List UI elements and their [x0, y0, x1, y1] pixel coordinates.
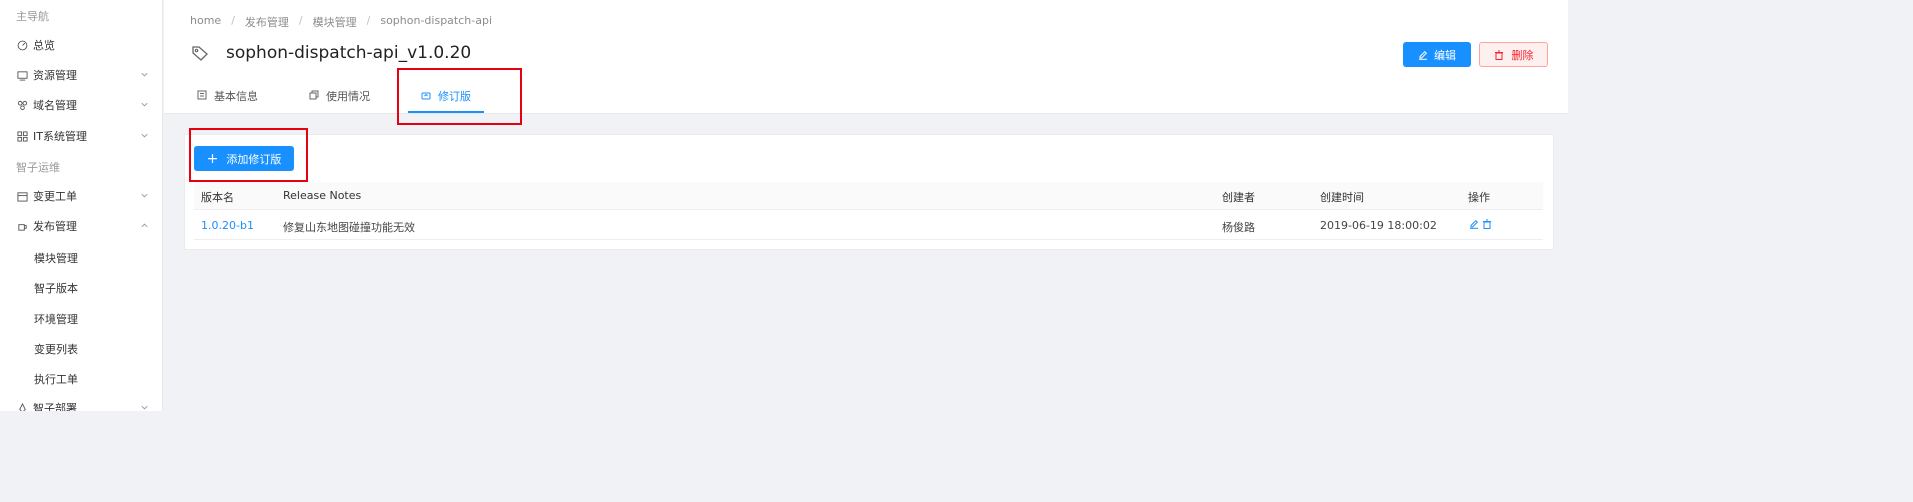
delete-button[interactable]: 删除 [1479, 42, 1548, 67]
page-header: home / 发布管理 / 模块管理 / sophon-dispatch-api… [164, 0, 1568, 114]
sidebar-item-resources[interactable]: 资源管理 [0, 63, 162, 87]
col-header-creator: 创建者 [1222, 191, 1255, 204]
col-header-actions: 操作 [1468, 191, 1490, 204]
breadcrumb-home[interactable]: home [190, 14, 221, 30]
edit-button-label: 编辑 [1434, 48, 1456, 62]
edit-icon [1419, 50, 1428, 60]
breadcrumb-modules[interactable]: 模块管理 [313, 14, 357, 30]
monitor-icon [16, 69, 28, 81]
edit-button[interactable]: 编辑 [1403, 42, 1471, 67]
trash-icon [1494, 50, 1503, 60]
trash-icon[interactable] [1482, 219, 1492, 229]
chevron-up-icon [141, 223, 148, 228]
chevron-down-icon [141, 102, 148, 107]
sidebar-item-domains[interactable]: 域名管理 [0, 93, 162, 117]
sidebar-subitem-modules[interactable]: 模块管理 [34, 250, 78, 266]
dashboard-icon [16, 39, 28, 51]
creator-cell: 杨俊路 [1222, 221, 1255, 234]
sidebar-item-overview[interactable]: 总览 [0, 33, 162, 57]
nav-group-main: 主导航 [16, 10, 49, 23]
copy-icon [309, 90, 319, 100]
col-header-created-at: 创建时间 [1320, 191, 1364, 204]
sidebar-item-label: 发布管理 [33, 220, 77, 233]
title-row: sophon-dispatch-api_v1.0.20 [191, 43, 471, 63]
sidebar-item-label: 资源管理 [33, 69, 77, 82]
coffee-icon [16, 220, 28, 232]
sidebar-item-deploy[interactable]: 智子部署 [0, 396, 162, 411]
tab-usage[interactable]: 使用情况 [309, 88, 370, 114]
sidebar-item-label: IT系统管理 [33, 130, 87, 143]
breadcrumb: home / 发布管理 / 模块管理 / sophon-dispatch-api [190, 14, 493, 30]
sidebar-subitem-environments[interactable]: 环境管理 [34, 311, 78, 327]
sidebar-item-change-ticket[interactable]: 变更工单 [0, 184, 162, 208]
sidebar-item-label: 总览 [33, 39, 55, 52]
sidebar-subitem-exec-tickets[interactable]: 执行工单 [34, 371, 78, 387]
table-row: 1.0.20-b1 修复山东地图碰撞功能无效 杨俊路 2019-06-19 18… [194, 211, 1543, 240]
table-header: 版本名 Release Notes 创建者 创建时间 操作 [194, 182, 1543, 210]
release-notes-cell: 修复山东地图碰撞功能无效 [283, 221, 415, 234]
delete-button-label: 删除 [1511, 48, 1534, 62]
rocket-icon [16, 402, 28, 411]
created-at-cell: 2019-06-19 18:00:02 [1320, 219, 1437, 232]
annotation-highlight-add-button [189, 128, 308, 182]
sidebar-subitem-versions[interactable]: 智子版本 [34, 280, 78, 296]
profile-icon [197, 90, 207, 100]
sidebar: 主导航 总览 资源管理 域名管理 IT系统管理 智子运维 变更工单 发布管理 模… [0, 0, 163, 411]
tab-basic-info[interactable]: 基本信息 [197, 88, 258, 114]
tag-icon [192, 46, 208, 61]
chevron-down-icon [141, 133, 148, 138]
edit-icon[interactable] [1469, 219, 1479, 229]
row-actions [1469, 219, 1492, 229]
nav-group-ops: 智子运维 [16, 161, 60, 174]
appstore-icon [16, 130, 28, 142]
breadcrumb-current: sophon-dispatch-api [380, 14, 493, 27]
version-link[interactable]: 1.0.20-b1 [201, 219, 254, 232]
sidebar-subitem-change-list[interactable]: 变更列表 [34, 341, 78, 357]
breadcrumb-release[interactable]: 发布管理 [245, 14, 289, 30]
page-title: sophon-dispatch-api_v1.0.20 [226, 43, 472, 63]
sidebar-item-label: 变更工单 [33, 190, 77, 203]
cluster-icon [16, 99, 28, 111]
tab-label: 使用情况 [326, 90, 370, 103]
col-header-version: 版本名 [201, 191, 234, 204]
sidebar-item-release-mgmt[interactable]: 发布管理 [0, 214, 162, 238]
sidebar-item-label: 智子部署 [33, 402, 77, 411]
sidebar-item-label: 域名管理 [33, 99, 77, 112]
annotation-highlight-tab [397, 68, 522, 125]
sidebar-item-it-systems[interactable]: IT系统管理 [0, 124, 162, 148]
chevron-down-icon [141, 72, 148, 77]
calendar-icon [16, 190, 28, 202]
tab-label: 基本信息 [214, 90, 258, 103]
col-header-notes: Release Notes [283, 189, 362, 202]
chevron-down-icon [141, 405, 148, 410]
chevron-down-icon [141, 193, 148, 198]
